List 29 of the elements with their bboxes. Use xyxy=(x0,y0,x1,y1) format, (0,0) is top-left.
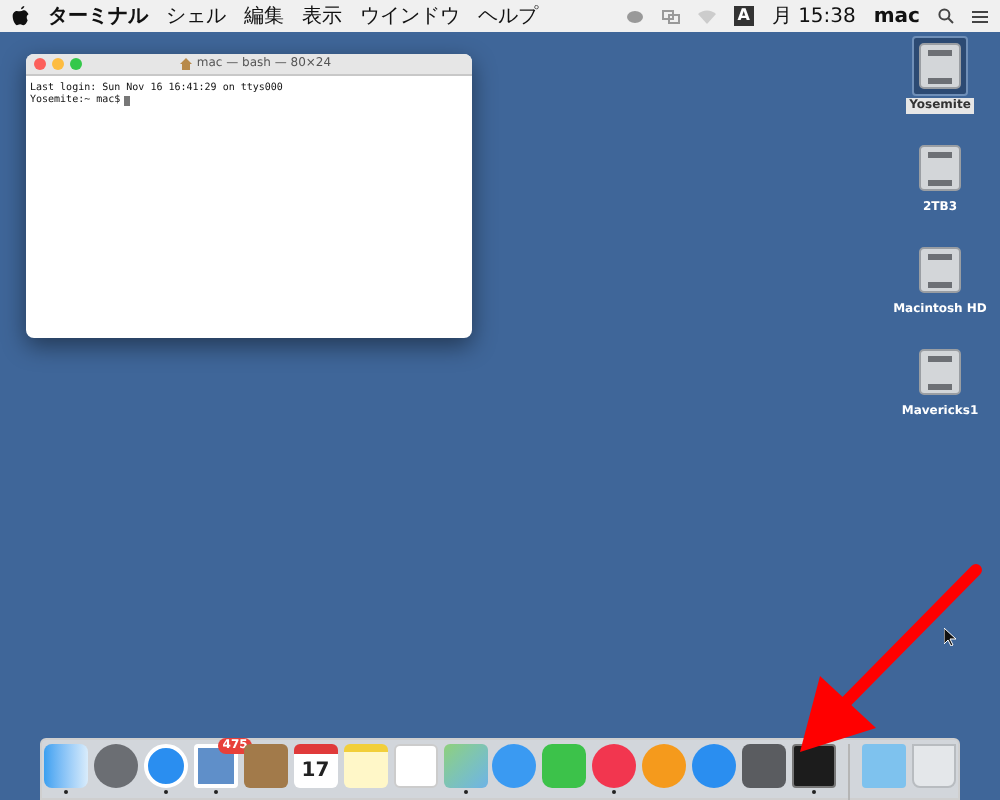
running-indicator xyxy=(612,790,617,794)
menu-item[interactable]: 編集 xyxy=(244,1,284,31)
menu-item[interactable]: ヘルプ xyxy=(478,1,538,31)
running-indicator xyxy=(213,790,218,794)
text-cursor xyxy=(124,95,131,105)
house-icon xyxy=(180,58,193,70)
running-indicator xyxy=(463,790,468,794)
menu-user[interactable]: mac xyxy=(873,1,920,31)
mouse-pointer-icon xyxy=(944,628,956,646)
menu-item[interactable]: ウインドウ xyxy=(360,1,460,31)
running-indicator xyxy=(812,790,817,794)
notepad-icon[interactable] xyxy=(343,744,388,788)
menu-item[interactable]: シェル xyxy=(166,1,226,31)
list-icon[interactable] xyxy=(972,9,988,23)
calendar-icon[interactable]: 17 xyxy=(293,744,338,788)
menu-clock[interactable]: 月 15:38 xyxy=(771,1,856,31)
input-source-indicator[interactable]: A xyxy=(733,6,754,26)
screens-icon[interactable] xyxy=(661,9,680,23)
trash-can-icon[interactable] xyxy=(911,744,956,788)
wifi-icon[interactable] xyxy=(697,9,716,23)
close-button[interactable] xyxy=(34,58,46,70)
menu-app-name[interactable]: ターミナル xyxy=(48,1,148,31)
menu-item[interactable]: 表示 xyxy=(302,1,342,31)
search-icon[interactable] xyxy=(938,8,954,24)
zoom-button[interactable] xyxy=(70,58,82,70)
running-indicator xyxy=(64,790,69,794)
apple-icon[interactable] xyxy=(12,6,30,26)
calendar-day: 17 xyxy=(301,761,330,781)
running-indicator xyxy=(163,790,168,794)
